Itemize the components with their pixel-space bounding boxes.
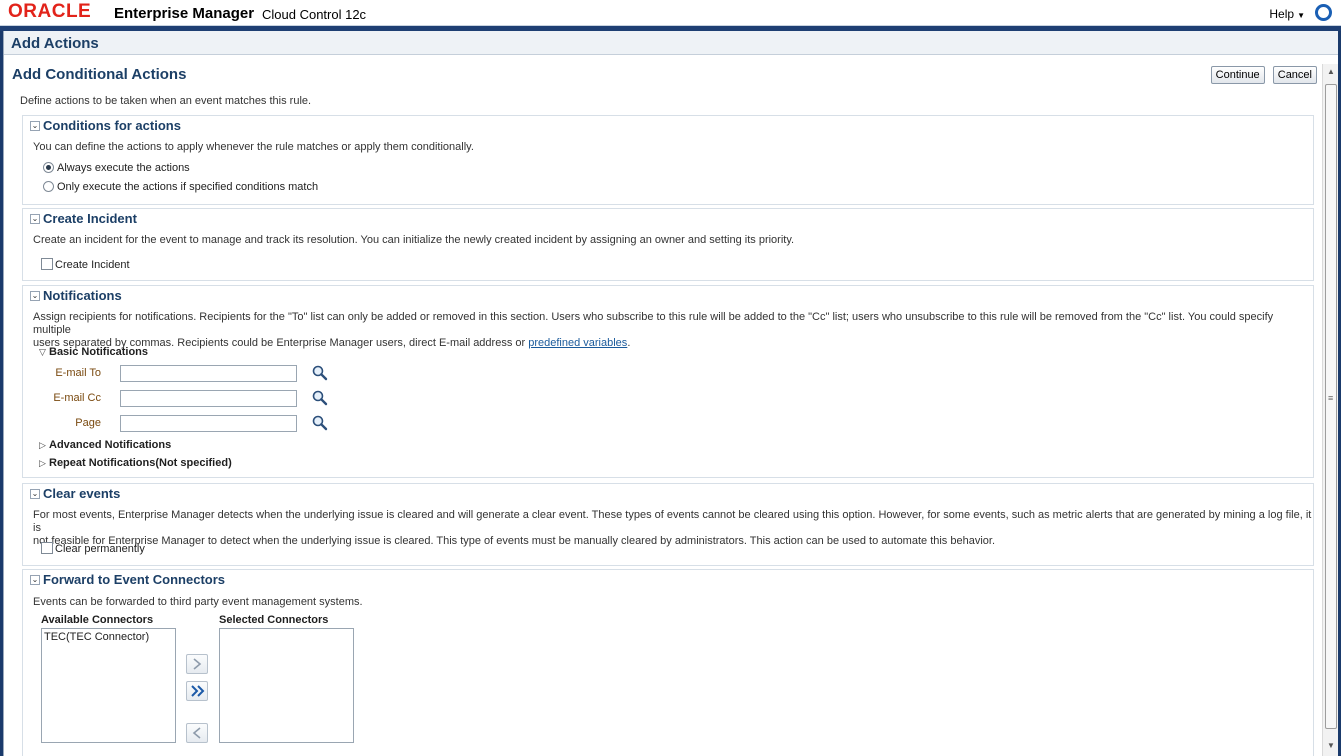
chevron-down-icon: ▼ xyxy=(1297,11,1305,20)
description-line: For most events, Enterprise Manager dete… xyxy=(33,509,1312,534)
remove-button[interactable] xyxy=(186,723,208,743)
collapse-icon[interactable]: ⌄ xyxy=(30,214,40,224)
email-cc-input[interactable] xyxy=(120,390,297,407)
intro-text: Define actions to be taken when an event… xyxy=(20,95,312,107)
continue-button[interactable]: Continue xyxy=(1210,66,1265,84)
triangle-right-icon: ▷ xyxy=(39,458,46,468)
section-title: Create Incident xyxy=(43,211,137,226)
section-title: Conditions for actions xyxy=(43,118,181,133)
collapse-icon[interactable]: ⌄ xyxy=(30,291,40,301)
section-header: ⌄ Notifications xyxy=(23,286,1313,304)
section-title: Notifications xyxy=(43,288,122,303)
vertical-scrollbar[interactable]: ▲ ≡ ▼ xyxy=(1322,64,1338,756)
move-left-icon xyxy=(192,727,201,739)
create-incident-checkbox[interactable]: Create Incident xyxy=(41,258,130,271)
triangle-right-icon: ▷ xyxy=(39,440,46,450)
section-description: You can define the actions to apply when… xyxy=(33,141,474,153)
top-button-bar: Continue Cancel xyxy=(1206,66,1317,84)
radio-label: Always execute the actions xyxy=(57,162,190,174)
section-description: For most events, Enterprise Manager dete… xyxy=(33,509,1315,548)
checkbox[interactable] xyxy=(41,258,53,270)
section-event-connectors: ⌄ Forward to Event Connectors Events can… xyxy=(22,569,1314,756)
page-header: Add Actions xyxy=(4,31,1338,55)
collapse-icon[interactable]: ⌄ xyxy=(30,489,40,499)
product-subtitle: Cloud Control 12c xyxy=(262,7,367,22)
page-container: Add Actions Add Conditional Actions Cont… xyxy=(3,31,1338,756)
help-menu[interactable]: Help ▼ xyxy=(1269,7,1305,21)
page-title: Add Actions xyxy=(11,35,99,52)
section-header: ⌄ Conditions for actions xyxy=(23,116,1313,134)
oracle-logo: ORACLE xyxy=(8,1,92,22)
available-connectors-label: Available Connectors xyxy=(41,614,154,626)
repeat-notifications-label: Repeat Notifications(Not specified) xyxy=(49,457,232,469)
grip-icon: ≡ xyxy=(1328,393,1334,403)
description-line-2: not feasible for Enterprise Manager to d… xyxy=(33,535,996,547)
radio-always-execute[interactable]: Always execute the actions xyxy=(43,162,190,174)
advanced-notifications-toggle[interactable]: ▷ Advanced Notifications xyxy=(39,439,171,451)
collapse-icon[interactable]: ⌄ xyxy=(30,121,40,131)
page-input[interactable] xyxy=(120,415,297,432)
email-to-label: E-mail To xyxy=(55,367,101,379)
checkbox-label: Clear permanently xyxy=(55,543,145,555)
section-notifications: ⌄ Notifications Assign recipients for no… xyxy=(22,285,1314,478)
move-right-icon xyxy=(193,658,202,670)
checkbox[interactable] xyxy=(41,542,53,554)
scrollbar-thumb[interactable]: ≡ xyxy=(1325,84,1337,729)
predefined-variables-link[interactable]: predefined variables xyxy=(528,337,627,349)
triangle-down-icon: ▽ xyxy=(39,347,46,357)
section-header: ⌄ Clear events xyxy=(23,484,1313,502)
move-button[interactable] xyxy=(186,654,208,674)
collapse-icon[interactable]: ⌄ xyxy=(30,575,40,585)
basic-notifications-toggle[interactable]: ▽ Basic Notifications xyxy=(39,346,148,358)
search-icon[interactable] xyxy=(311,414,329,432)
search-icon[interactable] xyxy=(311,364,329,382)
scroll-down-icon[interactable]: ▼ xyxy=(1325,740,1337,752)
move-all-right-icon xyxy=(191,685,205,697)
oracle-o-icon[interactable] xyxy=(1315,4,1332,21)
section-description: Create an incident for the event to mana… xyxy=(33,234,795,246)
repeat-notifications-toggle[interactable]: ▷ Repeat Notifications(Not specified) xyxy=(39,457,232,469)
search-icon[interactable] xyxy=(311,389,329,407)
page-label: Page xyxy=(75,417,101,429)
description-line: Assign recipients for notifications. Rec… xyxy=(33,311,1274,336)
move-all-button[interactable] xyxy=(186,681,208,701)
top-bar: ORACLE Enterprise Manager Cloud Control … xyxy=(0,0,1341,26)
content-area: Add Conditional Actions Continue Cancel … xyxy=(4,56,1317,756)
scroll-up-icon[interactable]: ▲ xyxy=(1325,66,1337,78)
email-to-input[interactable] xyxy=(120,365,297,382)
advanced-notifications-label: Advanced Notifications xyxy=(49,439,172,451)
description-line-2: users separated by commas. Recipients co… xyxy=(33,337,1313,350)
product-name: Enterprise Manager xyxy=(114,5,255,22)
section-create-incident: ⌄ Create Incident Create an incident for… xyxy=(22,208,1314,281)
radio-button[interactable] xyxy=(43,181,54,192)
section-title: Clear events xyxy=(43,486,121,501)
section-conditions: ⌄ Conditions for actions You can define … xyxy=(22,115,1314,205)
list-item[interactable]: TEC(TEC Connector) xyxy=(44,631,173,643)
radio-label: Only execute the actions if specified co… xyxy=(57,181,319,193)
selected-connectors-list[interactable] xyxy=(219,628,354,743)
section-description: Events can be forwarded to third party e… xyxy=(33,596,363,608)
section-clear-events: ⌄ Clear events For most events, Enterpri… xyxy=(22,483,1314,566)
radio-button[interactable] xyxy=(43,162,54,173)
section-header: ⌄ Forward to Event Connectors xyxy=(23,570,1313,588)
help-menu-label: Help xyxy=(1269,7,1295,21)
selected-connectors-label: Selected Connectors xyxy=(219,614,329,626)
section-header: ⌄ Create Incident xyxy=(23,209,1313,227)
email-cc-label: E-mail Cc xyxy=(53,392,101,404)
section-description: Assign recipients for notifications. Rec… xyxy=(33,311,1313,350)
checkbox-label: Create Incident xyxy=(55,259,130,271)
radio-conditional-execute[interactable]: Only execute the actions if specified co… xyxy=(43,181,318,193)
section-title: Forward to Event Connectors xyxy=(43,572,226,587)
clear-permanently-checkbox[interactable]: Clear permanently xyxy=(41,542,145,555)
page-subtitle: Add Conditional Actions xyxy=(12,66,187,83)
cancel-button[interactable]: Cancel xyxy=(1272,66,1317,84)
basic-notifications-label: Basic Notifications xyxy=(49,346,149,358)
description-end: . xyxy=(627,337,631,349)
available-connectors-list[interactable]: TEC(TEC Connector) xyxy=(41,628,176,743)
